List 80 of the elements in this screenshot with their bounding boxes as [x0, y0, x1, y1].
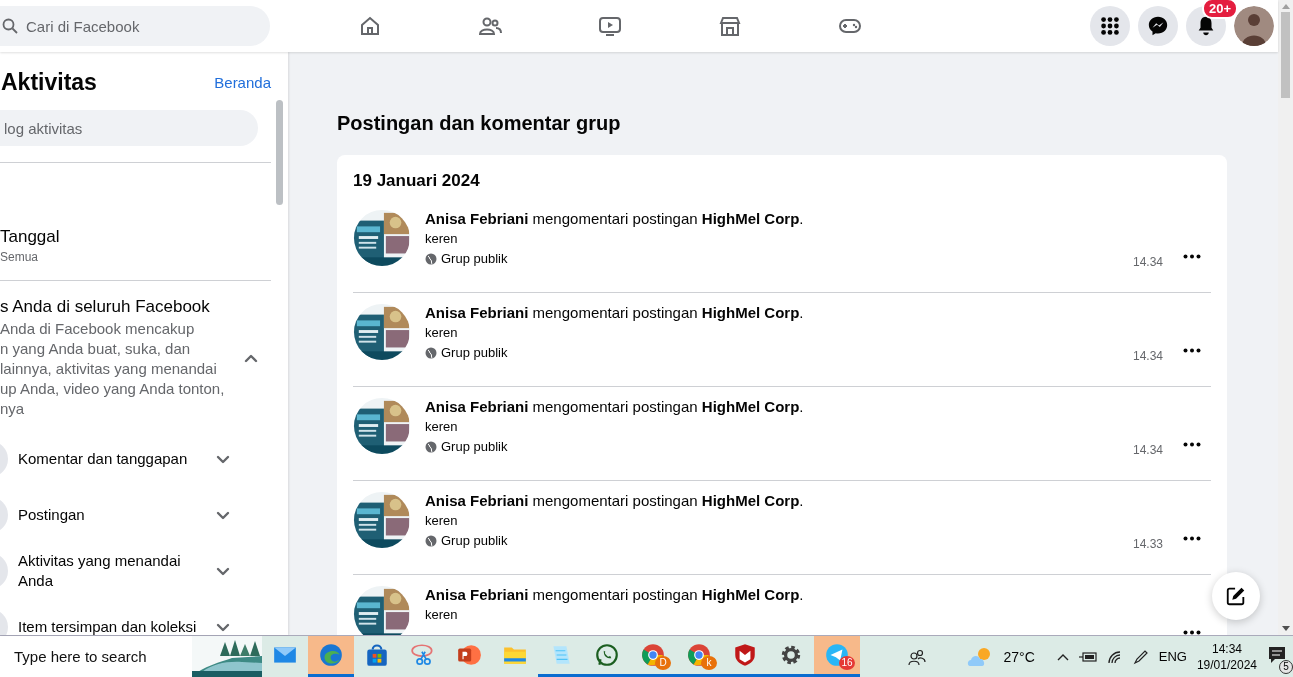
notification-badge: 20+: [1201, 0, 1238, 19]
timestamp: 14.33: [1132, 537, 1163, 551]
presentation-icon: [456, 642, 482, 668]
timestamp: 14.34: [1132, 443, 1163, 457]
menu-button[interactable]: [1090, 6, 1130, 46]
language-indicator[interactable]: ENG: [1158, 649, 1187, 664]
more-icon: [1183, 536, 1201, 541]
app-badge: k: [701, 656, 717, 670]
wifi-icon[interactable]: [1106, 649, 1123, 664]
category-item[interactable]: Aktivitas yang menandai Anda: [18, 551, 205, 591]
audience-label: Grup publik: [441, 345, 508, 360]
comment-text: keren: [425, 230, 459, 248]
search-field[interactable]: Type here to search: [0, 636, 192, 677]
panel-title: Aktivitas: [1, 68, 97, 96]
chevron-up-icon[interactable]: [1056, 652, 1069, 661]
activity-text: Anisa Febriani mengomentari postingan HighMel Corp.: [425, 397, 805, 417]
audience-label: Grup publik: [441, 251, 508, 266]
temperature: 27°C: [1003, 648, 1035, 665]
pen-icon[interactable]: [1132, 648, 1149, 665]
comment-text: keren: [425, 324, 459, 342]
app-badge: D: [655, 656, 671, 670]
globe-icon: [425, 534, 437, 547]
avatar[interactable]: [1234, 6, 1274, 46]
audience-label: Grup publik: [441, 439, 508, 454]
timestamp: 14.34: [1132, 349, 1163, 363]
globe-icon: [425, 252, 437, 265]
store-icon: [718, 14, 742, 38]
category-item[interactable]: Komentar dan tanggapan: [18, 449, 205, 469]
category-item[interactable]: Postingan: [18, 505, 205, 525]
browser-icon: [318, 642, 344, 668]
comment-text: keren: [425, 606, 459, 624]
comment-text: keren: [425, 512, 459, 530]
store-icon: [364, 642, 390, 668]
browser-icon: [686, 642, 712, 668]
more-icon: [1183, 348, 1201, 353]
more-icon: [1183, 442, 1201, 447]
edit-icon: [1225, 585, 1247, 607]
globe-icon: [425, 440, 437, 453]
more-icon: [1183, 630, 1201, 635]
compose-button[interactable]: [1212, 572, 1260, 620]
shield-icon: [732, 642, 758, 668]
globe-icon: [425, 346, 437, 359]
section-title: s Anda di seluruh Facebook: [0, 297, 211, 317]
messenger-button[interactable]: [1138, 6, 1178, 46]
section-description: n yang Anda buat, suka, dan: [0, 339, 192, 359]
phone-chat-icon: [594, 642, 620, 668]
section-description: lainnya, aktivitas yang menandai: [0, 359, 218, 379]
battery-icon[interactable]: [1078, 650, 1097, 663]
video-icon: [598, 14, 622, 38]
taskbar-app[interactable]: 16: [814, 636, 860, 677]
home-icon: [358, 14, 382, 38]
scrollbar[interactable]: [276, 100, 283, 205]
clock[interactable]: 14:34 19/01/2024: [1196, 640, 1257, 673]
timestamp: 14.34: [1132, 255, 1163, 269]
search-field[interactable]: Cari di Facebook: [0, 6, 270, 46]
notification-count: 5: [1279, 660, 1293, 674]
chat-bubble-icon: [1147, 15, 1169, 37]
filter-value: Semua: [0, 250, 40, 264]
category-item[interactable]: Item tersimpan dan koleksi: [18, 617, 205, 635]
section-description: nya: [0, 399, 26, 419]
search-icon: [2, 18, 18, 34]
grid-icon: [1099, 15, 1121, 37]
app-badge: 16: [839, 656, 855, 670]
section-description: Anda di Facebook mencakup: [0, 319, 196, 339]
more-icon: [1183, 254, 1201, 259]
audience-label: Grup publik: [441, 533, 508, 548]
scrollbar[interactable]: [1281, 12, 1290, 98]
activity-text: Anisa Febriani mengomentari postingan HighMel Corp.: [425, 585, 805, 605]
activity-text: Anisa Febriani mengomentari postingan HighMel Corp.: [425, 303, 805, 323]
home-link[interactable]: Beranda: [214, 73, 271, 91]
activity-text: Anisa Febriani mengomentari postingan HighMel Corp.: [425, 491, 805, 511]
comment-text: keren: [425, 418, 459, 436]
browser-icon: [640, 642, 666, 668]
search-field[interactable]: log aktivitas: [0, 110, 258, 146]
activity-text: Anisa Febriani mengomentari postingan HighMel Corp.: [425, 209, 805, 229]
section-heading: Postingan dan komentar grup: [337, 112, 622, 136]
filter-title[interactable]: Tanggal: [0, 227, 271, 247]
date-heading: 19 Januari 2024: [353, 171, 481, 191]
section-description: up Anda, video yang Anda tonton,: [0, 379, 226, 399]
scroll-down-icon[interactable]: [1281, 626, 1290, 631]
